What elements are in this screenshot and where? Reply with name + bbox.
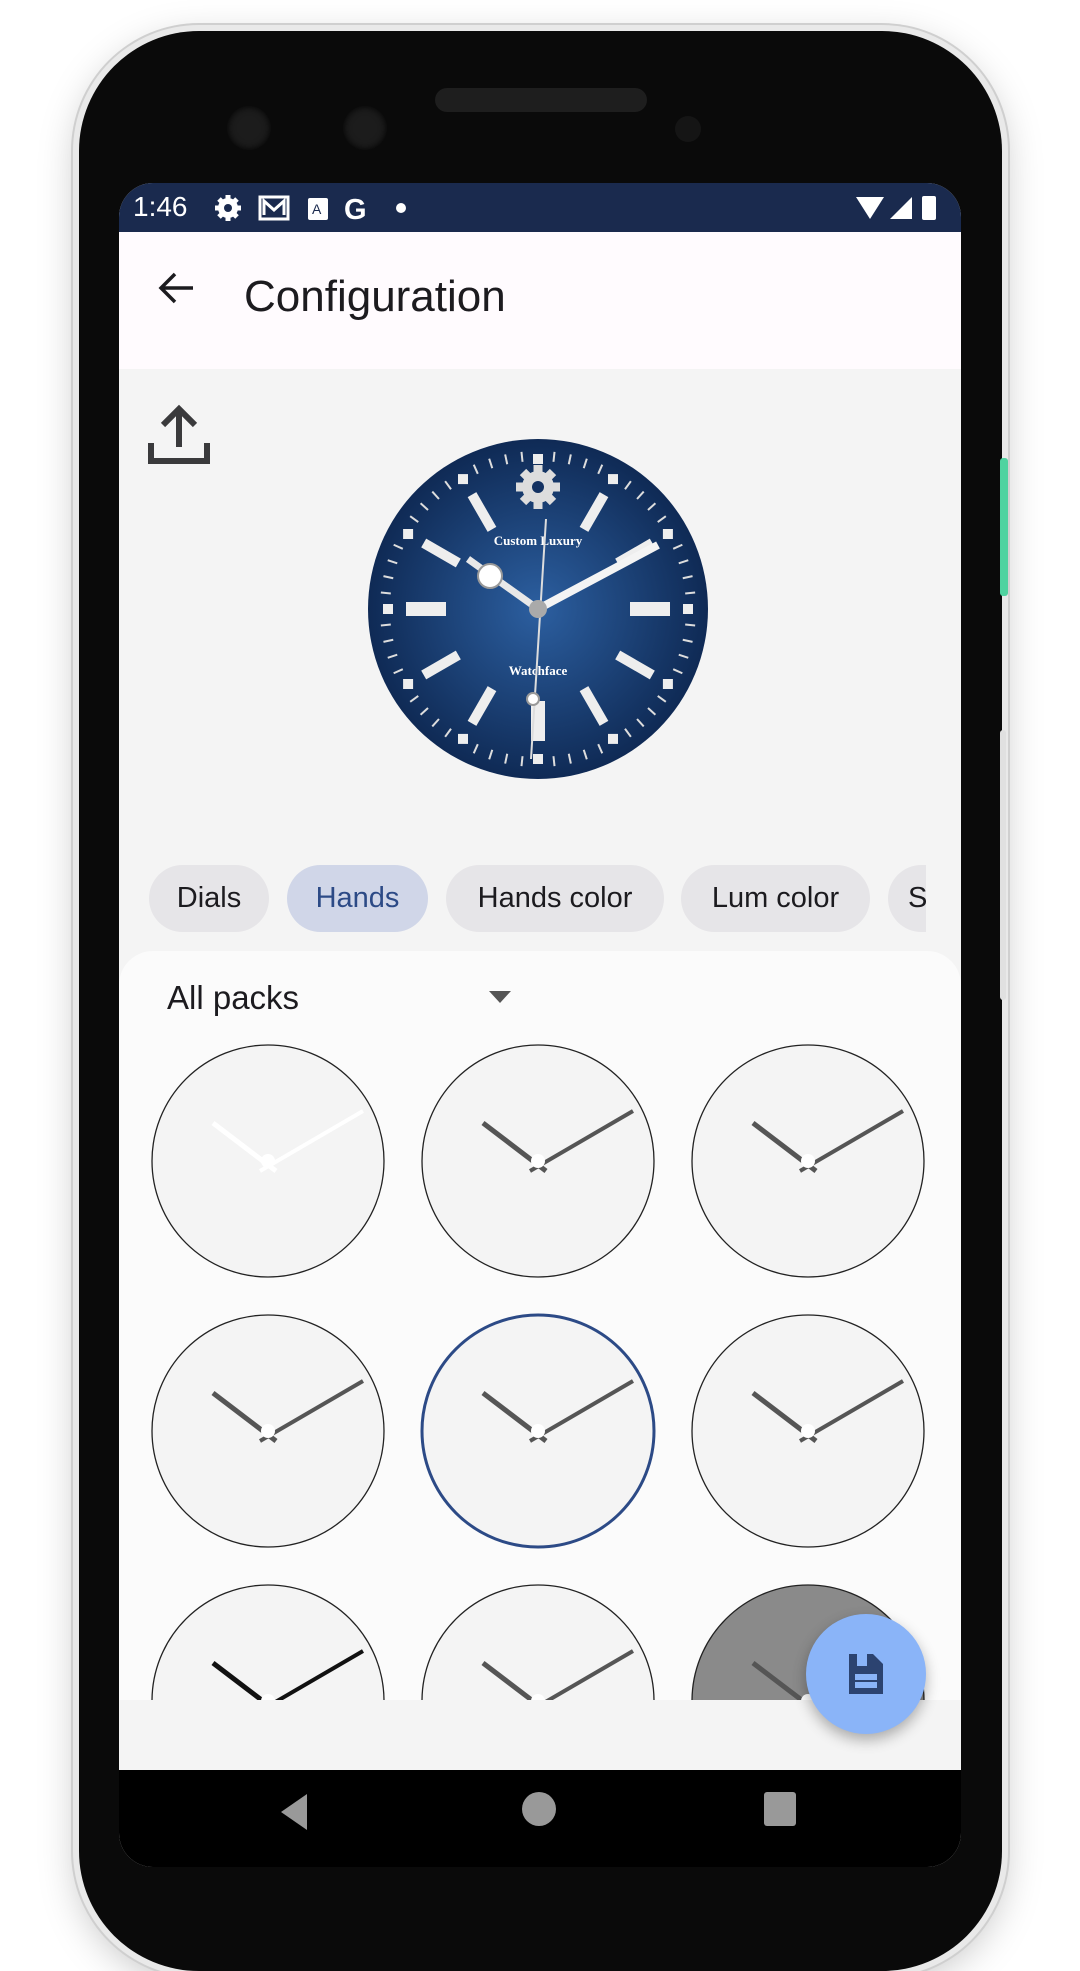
hands-panel: All packs [119, 951, 961, 1700]
hands-option[interactable] [151, 1044, 385, 1278]
hands-option[interactable] [151, 1584, 385, 1700]
volume-button [1000, 730, 1006, 1000]
minute-tick [552, 756, 556, 767]
minute-tick [520, 451, 524, 462]
arrow-back-icon[interactable] [157, 268, 197, 308]
svg-text:G: G [344, 194, 367, 223]
watch-preview: Custom Luxury Watchface [368, 439, 708, 779]
minute-marker [458, 474, 468, 485]
hands-grid [151, 1044, 925, 1700]
gmail-icon [258, 195, 290, 221]
minute-tick [552, 451, 556, 462]
minute-marker [403, 679, 414, 689]
notification-icons: A G [215, 194, 406, 223]
minute-marker [533, 454, 543, 464]
minute-tick [380, 623, 391, 627]
home-nav-icon[interactable] [522, 1792, 556, 1826]
minute-marker [608, 474, 618, 485]
tab-lum-color[interactable]: Lum color [681, 865, 870, 932]
tab-hands-color[interactable]: Hands color [446, 865, 664, 932]
camera-icon [227, 106, 271, 150]
wifi-icon [856, 197, 884, 219]
minute-marker [458, 733, 468, 744]
screen: 1:46 A G Configuration Custom Luxury Wat… [119, 183, 961, 1867]
hands-option-circle [151, 1584, 385, 1700]
status-bar: 1:46 A G [119, 183, 961, 232]
system-icons [856, 196, 936, 220]
a-icon: A [308, 198, 328, 220]
tab-s[interactable]: S [888, 865, 926, 932]
hand-pivot [261, 1424, 275, 1438]
dial-text-top: Custom Luxury [494, 533, 583, 548]
minute-marker [608, 733, 618, 744]
hands-option[interactable] [691, 1044, 925, 1278]
minute-tick [380, 591, 391, 595]
hand-pivot [261, 1154, 275, 1168]
hands-option-circle [421, 1584, 655, 1700]
hand-pivot [531, 1424, 545, 1438]
hands-option[interactable] [420, 1313, 656, 1549]
svg-text:A: A [312, 201, 322, 217]
power-button [1000, 458, 1008, 596]
dot-icon [396, 203, 406, 213]
minute-marker [662, 679, 673, 689]
hands-option[interactable] [421, 1584, 655, 1700]
minute-marker [403, 529, 414, 539]
status-time: 1:46 [133, 191, 188, 222]
back-nav-icon[interactable] [277, 1790, 317, 1834]
tab-hands[interactable]: Hands [287, 865, 428, 932]
save-button[interactable] [806, 1614, 926, 1734]
speaker-grille [435, 88, 647, 112]
upload-icon[interactable] [147, 403, 211, 467]
minute-tick [685, 623, 696, 627]
save-icon [849, 1654, 883, 1694]
recents-nav-icon[interactable] [764, 1792, 796, 1826]
tab-dials[interactable]: Dials [149, 865, 269, 932]
minute-marker [533, 754, 543, 764]
minute-marker [683, 604, 693, 614]
tab-clip: S [888, 865, 926, 932]
camera-icon [343, 106, 387, 150]
minute-tick [685, 591, 696, 595]
hand-pivot [801, 1154, 815, 1168]
hands-option[interactable] [421, 1044, 655, 1278]
settings-icon [215, 195, 241, 221]
signal-icon [890, 197, 912, 219]
hand-pivot [531, 1154, 545, 1168]
minute-marker [383, 604, 393, 614]
minute-tick [520, 756, 524, 767]
sensor [675, 116, 701, 142]
hands-option[interactable] [691, 1314, 925, 1548]
minute-marker [662, 529, 673, 539]
app-bar: Configuration [119, 232, 961, 369]
google-icon: G [344, 194, 367, 223]
hand-pivot [801, 1424, 815, 1438]
page-title: Configuration [244, 272, 506, 321]
battery-icon [922, 196, 936, 220]
hands-option[interactable] [151, 1314, 385, 1548]
navigation-bar [119, 1770, 961, 1867]
dial-text-bottom: Watchface [509, 663, 568, 678]
